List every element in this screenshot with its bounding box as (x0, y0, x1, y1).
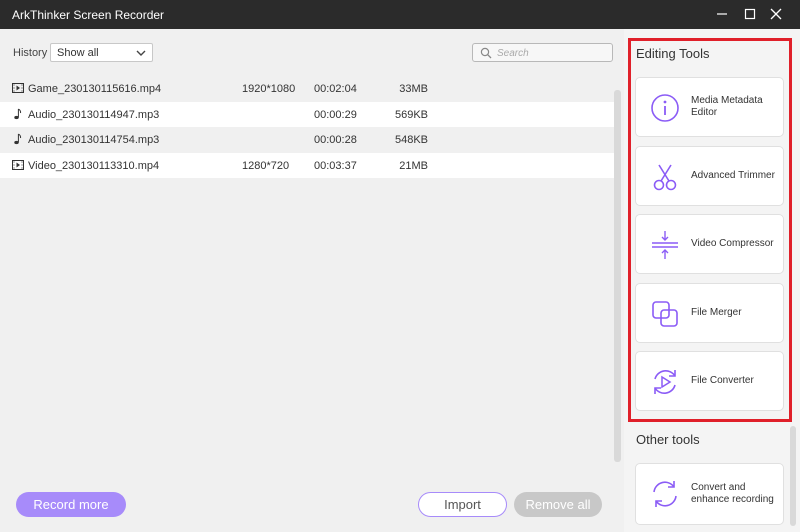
file-size: 33MB (399, 83, 428, 95)
tool-label: Advanced Trimmer (691, 170, 775, 181)
remove-all-button[interactable]: Remove all (514, 492, 602, 517)
file-name: Audio_230130114754.mp3 (28, 134, 160, 146)
table-row[interactable]: Audio_230130114754.mp3 00:00:28 548KB (0, 127, 614, 153)
close-button[interactable] (766, 4, 786, 24)
maximize-icon (744, 8, 756, 20)
maximize-button[interactable] (740, 4, 760, 24)
minimize-icon (717, 13, 727, 15)
close-icon (770, 8, 782, 20)
tool-video-compressor[interactable]: Video Compressor (635, 214, 784, 274)
search-icon (480, 47, 492, 59)
refresh-icon (653, 481, 677, 507)
tool-label: Video Compressor (691, 238, 774, 249)
title-bar: ArkThinker Screen Recorder (0, 0, 800, 29)
tool-media-metadata-editor[interactable]: Media Metadata Editor (635, 77, 784, 137)
tools-scrollbar[interactable] (790, 426, 796, 526)
search-box[interactable] (472, 43, 613, 62)
history-filter-value: Show all (57, 47, 99, 59)
video-file-icon (12, 159, 24, 170)
table-row[interactable]: Video_230130113310.mp4 1280*720 00:03:37… (0, 152, 614, 178)
table-row[interactable]: Audio_230130114947.mp3 00:00:29 569KB (0, 101, 614, 127)
file-duration: 00:03:37 (314, 159, 357, 172)
file-size: 21MB (399, 159, 428, 172)
convert-icon (654, 370, 676, 394)
record-more-button[interactable]: Record more (16, 492, 126, 517)
file-duration: 00:00:29 (314, 108, 357, 121)
video-file-icon (12, 83, 24, 93)
info-icon (651, 94, 679, 122)
tool-label: File Merger (691, 307, 742, 318)
history-label: History (13, 47, 48, 59)
file-duration: 00:00:28 (314, 134, 357, 146)
history-filter-select[interactable]: Show all (50, 43, 153, 62)
file-size: 569KB (394, 108, 428, 121)
window-title: ArkThinker Screen Recorder (12, 8, 165, 22)
tool-label: File Converter (691, 375, 754, 386)
tool-advanced-trimmer[interactable]: Advanced Trimmer (635, 146, 784, 206)
table-row[interactable]: Game_230130115616.mp4 1920*1080 00:02:04… (0, 76, 614, 102)
editing-tools-title: Editing Tools (636, 46, 710, 61)
import-button[interactable]: Import (418, 492, 507, 517)
music-note-icon (14, 133, 22, 145)
other-tools-title: Other tools (636, 432, 700, 447)
tool-file-converter[interactable]: File Converter (635, 351, 784, 411)
tool-label: Media Metadata Editor (691, 95, 763, 118)
tool-label: Convert and enhance recording (691, 482, 774, 505)
compress-icon (652, 231, 678, 259)
tool-file-merger[interactable]: File Merger (635, 283, 784, 343)
merge-icon (652, 301, 678, 327)
list-scrollbar[interactable] (614, 90, 621, 462)
tool-convert-enhance-recording[interactable]: Convert and enhance recording (635, 463, 784, 525)
file-resolution: 1920*1080 (242, 83, 296, 95)
file-duration: 00:02:04 (314, 83, 357, 95)
file-name: Game_230130115616.mp4 (28, 83, 162, 95)
minimize-button[interactable] (712, 4, 732, 24)
search-input[interactable] (497, 46, 607, 60)
chevron-down-icon (136, 50, 146, 56)
scissors-icon (653, 164, 677, 191)
file-size: 548KB (394, 134, 428, 146)
file-name: Video_230130113310.mp4 (28, 159, 160, 172)
file-resolution: 1280*720 (242, 159, 290, 172)
file-list: Game_230130115616.mp4 1920*1080 00:02:04… (0, 76, 614, 178)
file-name: Audio_230130114947.mp3 (28, 108, 160, 121)
music-note-icon (14, 108, 22, 119)
